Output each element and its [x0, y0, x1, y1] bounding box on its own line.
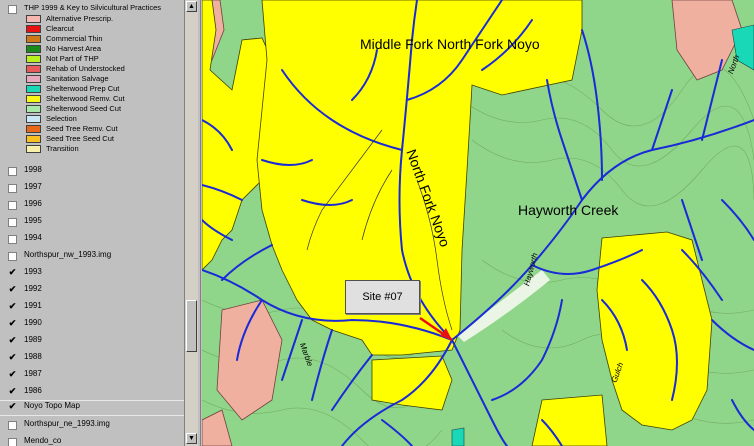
layer-checkmark-icon[interactable]: ✔ [8, 319, 17, 329]
layer-checkbox[interactable] [8, 438, 17, 446]
map-canvas [202, 0, 754, 446]
layer-divider [0, 415, 184, 416]
layer-label: 1988 [24, 352, 42, 361]
layer-checkbox[interactable] [8, 167, 17, 176]
label-middle-fork: Middle Fork North Fork Noyo [360, 36, 540, 52]
legend-swatch [26, 125, 41, 133]
layer-label: 1990 [24, 318, 42, 327]
layer-checkmark-icon[interactable]: ✔ [8, 387, 17, 397]
legend-label: Sanitation Salvage [46, 74, 109, 83]
layer-checkmark-icon[interactable]: ✔ [8, 353, 17, 363]
label-hayworth-creek: Hayworth Creek [518, 202, 619, 218]
legend-label: Not Part of THP [46, 54, 99, 63]
layer-checkbox[interactable] [8, 201, 17, 210]
legend-swatch [26, 75, 41, 83]
layer-checkmark-icon[interactable]: ✔ [8, 285, 17, 295]
legend-label: Seed Tree Remv. Cut [46, 124, 118, 133]
legend-label: Seed Tree Seed Cut [46, 134, 114, 143]
layer-label: Northspur_nw_1993.img [24, 250, 112, 259]
legend-label: Alternative Prescrip. [46, 14, 114, 23]
legend-swatch [26, 65, 41, 73]
layer-label: Mendo_co [24, 436, 62, 445]
layer-label: THP 1999 & Key to Silvicultural Practice… [24, 3, 162, 12]
pane-splitter[interactable] [198, 0, 201, 446]
scroll-down-arrow-icon[interactable]: ▼ [186, 433, 197, 444]
layer-checkmark-icon[interactable]: ✔ [8, 370, 17, 380]
site-callout[interactable]: Site #07 [345, 280, 420, 314]
layer-label: 1989 [24, 335, 42, 344]
legend-label: Selection [46, 114, 77, 123]
legend-label: Commercial Thin [46, 34, 103, 43]
layer-checkbox[interactable] [8, 218, 17, 227]
legend-swatch [26, 15, 41, 23]
layer-label: Northspur_ne_1993.img [24, 419, 110, 428]
layer-checkbox[interactable] [8, 184, 17, 193]
legend-swatch [26, 45, 41, 53]
layer-checkbox[interactable] [8, 235, 17, 244]
legend-swatch [26, 135, 41, 143]
legend-swatch [26, 25, 41, 33]
layer-checkmark-icon[interactable]: ✔ [8, 302, 17, 312]
table-of-contents: THP 1999 & Key to Silvicultural Practice… [0, 0, 184, 446]
layer-label: 1997 [24, 182, 42, 191]
legend-label: Shelterwood Prep Cut [46, 84, 120, 93]
layer-label: 1986 [24, 386, 42, 395]
toc-scrollbar[interactable]: ▲ ▼ [184, 0, 198, 446]
legend-swatch [26, 85, 41, 93]
layer-label: 1996 [24, 199, 42, 208]
legend-swatch [26, 115, 41, 123]
layer-label: 1992 [24, 284, 42, 293]
layer-label: 1994 [24, 233, 42, 242]
layer-checkbox[interactable] [8, 5, 17, 14]
legend-swatch [26, 145, 41, 153]
layer-label: 1998 [24, 165, 42, 174]
layer-checkbox[interactable] [8, 421, 17, 430]
legend-label: Clearcut [46, 24, 74, 33]
legend-label: No Harvest Area [46, 44, 102, 53]
layer-label: 1987 [24, 369, 42, 378]
legend-label: Transition [46, 144, 79, 153]
layer-checkmark-icon[interactable]: ✔ [8, 402, 17, 412]
legend-label: Shelterwood Seed Cut [46, 104, 122, 113]
scroll-thumb[interactable] [186, 300, 197, 352]
layer-label: 1995 [24, 216, 42, 225]
layer-label: 1993 [24, 267, 42, 276]
layer-checkbox[interactable] [8, 252, 17, 261]
legend-label: Shelterwood Remv. Cut [46, 94, 125, 103]
legend-swatch [26, 105, 41, 113]
legend-swatch [26, 95, 41, 103]
layer-checkmark-icon[interactable]: ✔ [8, 268, 17, 278]
layer-label: Noyo Topo Map [24, 401, 80, 410]
legend-swatch [26, 35, 41, 43]
scroll-up-arrow-icon[interactable]: ▲ [186, 1, 197, 12]
map-view[interactable]: Middle Fork North Fork Noyo North Fork N… [202, 0, 754, 446]
legend-swatch [26, 55, 41, 63]
legend-label: Rehab of Understocked [46, 64, 125, 73]
layer-checkmark-icon[interactable]: ✔ [8, 336, 17, 346]
layer-label: 1991 [24, 301, 42, 310]
